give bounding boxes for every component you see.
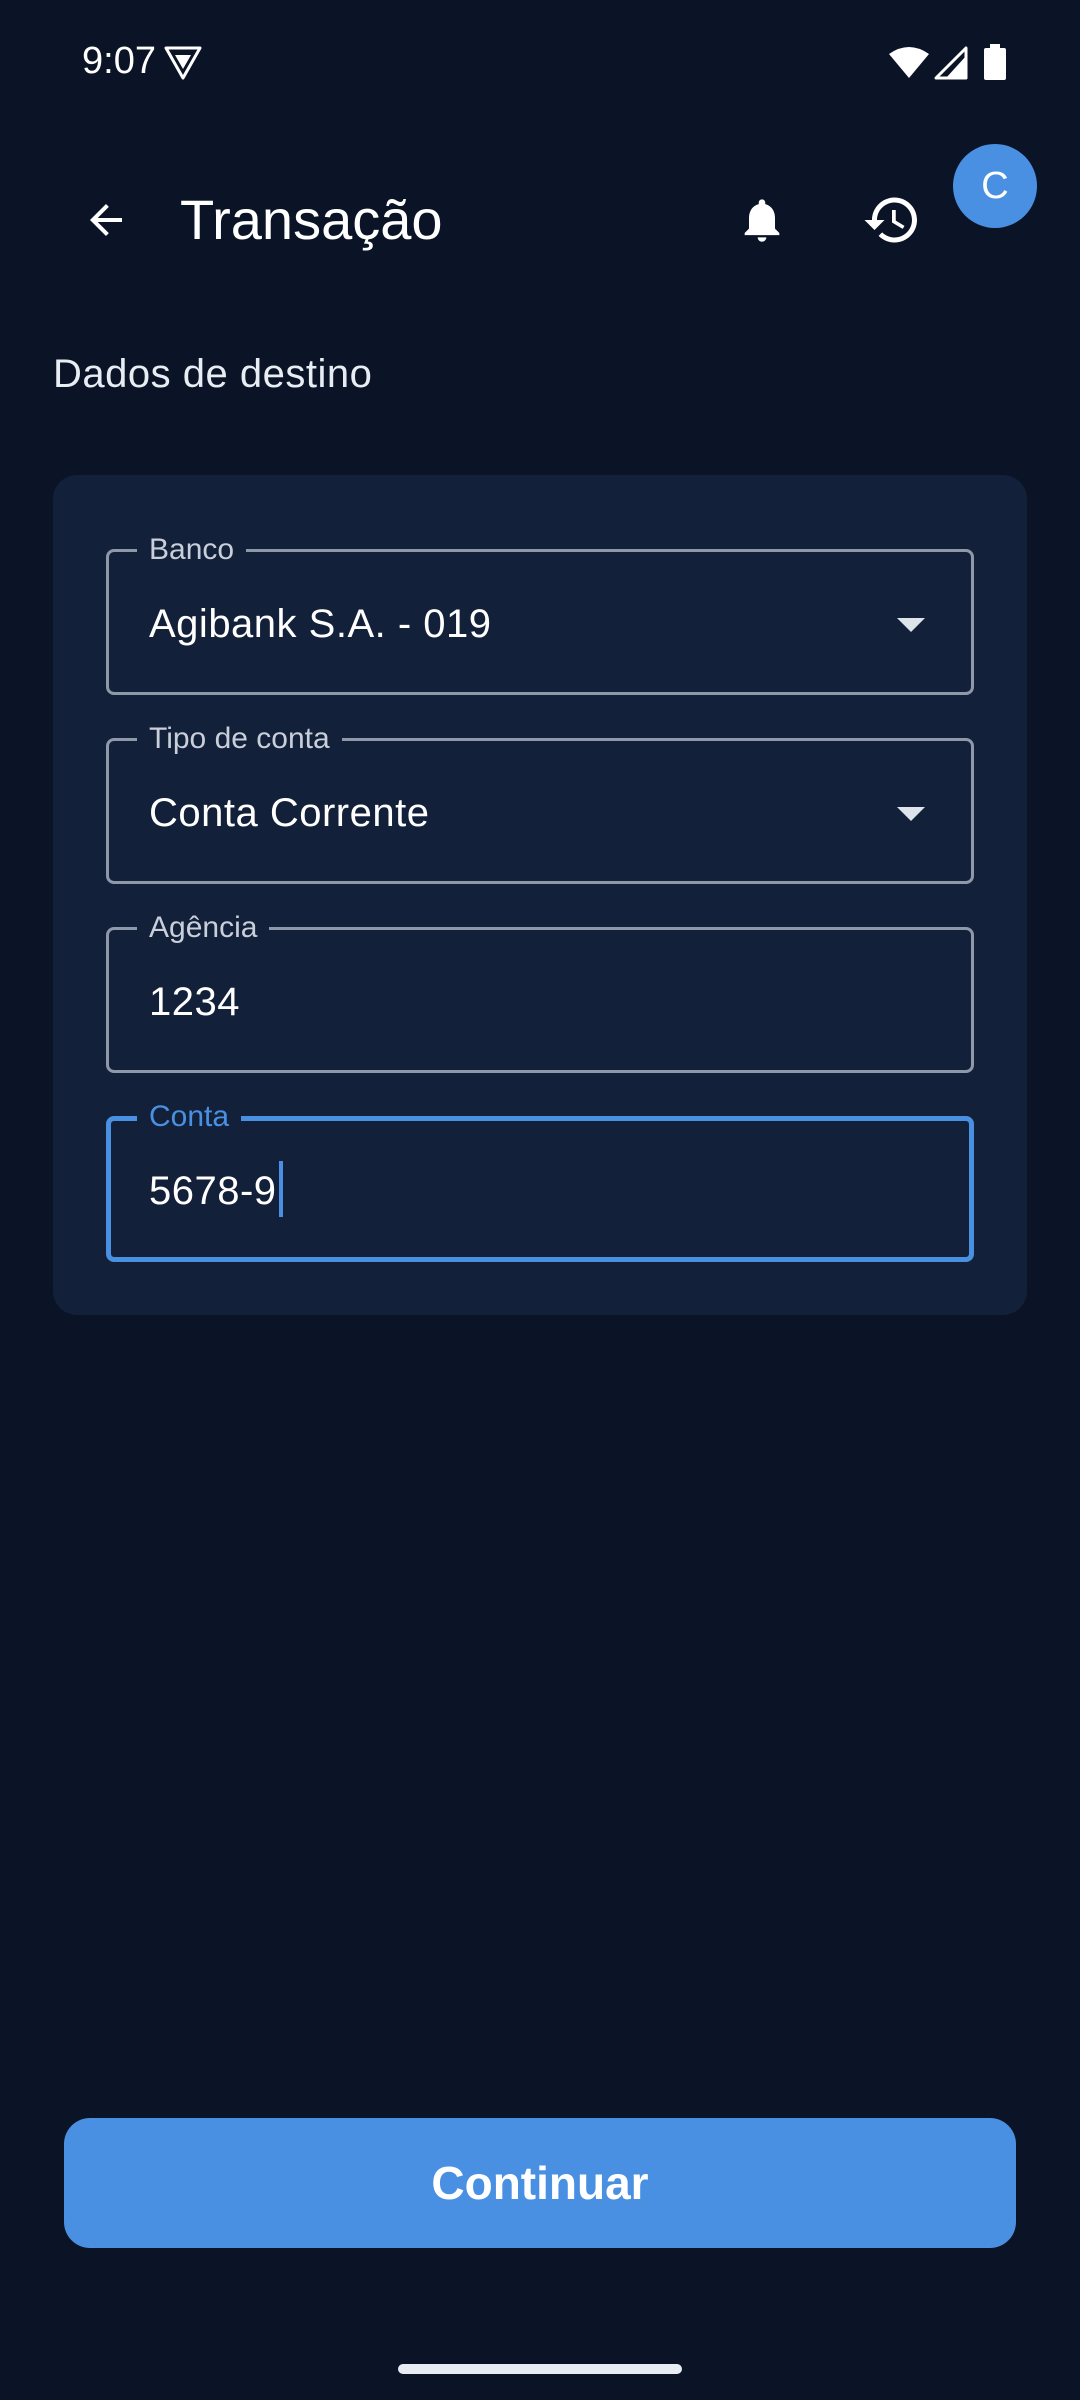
- continue-button[interactable]: Continuar: [64, 2118, 1016, 2248]
- home-indicator[interactable]: [398, 2364, 682, 2374]
- bank-dropdown[interactable]: Banco Agibank S.A. - 019: [106, 530, 974, 695]
- history-button[interactable]: [852, 180, 932, 260]
- account-input[interactable]: Conta 5678-9: [106, 1097, 974, 1262]
- wifi-icon: [889, 47, 929, 78]
- account-type-label: Tipo de conta: [137, 719, 342, 759]
- page-title: Transação: [180, 188, 443, 251]
- dropdown-arrow-icon: [897, 807, 925, 821]
- app-bar: Transação C: [0, 130, 1080, 290]
- battery-icon: [984, 44, 1006, 80]
- signal-icon: [934, 46, 968, 80]
- text-caret: [278, 1161, 283, 1218]
- section-title: Dados de destino: [53, 352, 373, 396]
- agency-value: 1234: [149, 980, 240, 1024]
- status-time: 9:07: [82, 40, 156, 82]
- agency-label: Agência: [137, 908, 270, 948]
- account-type-dropdown[interactable]: Tipo de conta Conta Corrente: [106, 719, 974, 884]
- dropdown-arrow-icon: [897, 618, 925, 632]
- avatar[interactable]: C: [953, 144, 1037, 228]
- history-icon: [864, 197, 917, 243]
- account-value: 5678-9: [149, 1169, 277, 1213]
- vpn-icon: [164, 46, 202, 80]
- back-button[interactable]: [66, 180, 146, 260]
- arrow-left-icon: [90, 204, 122, 236]
- account-label: Conta: [137, 1097, 242, 1137]
- agency-input[interactable]: Agência 1234: [106, 908, 974, 1073]
- bell-icon: [744, 199, 780, 242]
- notifications-button[interactable]: [722, 180, 802, 260]
- account-type-value: Conta Corrente: [149, 791, 430, 835]
- transaction-screen: 9:07 Transação C Dados de destino Banco …: [0, 0, 1080, 2400]
- bank-value: Agibank S.A. - 019: [149, 602, 492, 646]
- bank-label: Banco: [137, 530, 247, 570]
- status-bar: 9:07: [0, 0, 1080, 120]
- destination-card: Banco Agibank S.A. - 019 Tipo de conta C…: [53, 475, 1027, 1315]
- account-value-wrapper: 5678-9: [149, 1161, 283, 1218]
